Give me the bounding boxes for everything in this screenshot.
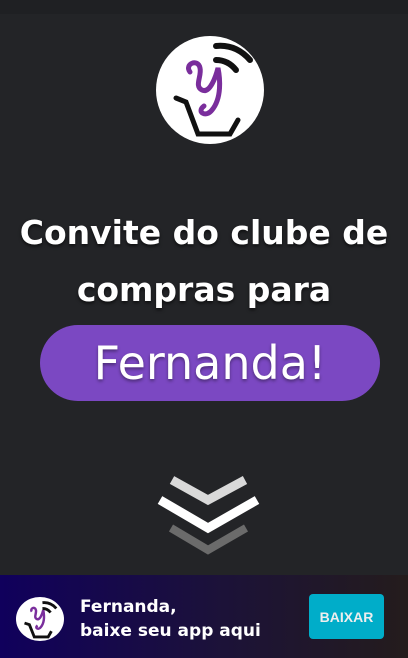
- banner-line-1: Fernanda,: [80, 597, 177, 617]
- banner-text: Fernanda, baixe seu app aqui: [80, 595, 261, 643]
- chevron-down-icon[interactable]: [0, 0, 408, 570]
- app-download-banner: Fernanda, baixe seu app aqui BAIXAR: [0, 575, 408, 658]
- banner-line-2: baixe seu app aqui: [80, 621, 261, 641]
- cart-logo-icon: [24, 601, 58, 639]
- banner-logo: [16, 597, 64, 641]
- download-button[interactable]: BAIXAR: [309, 594, 384, 639]
